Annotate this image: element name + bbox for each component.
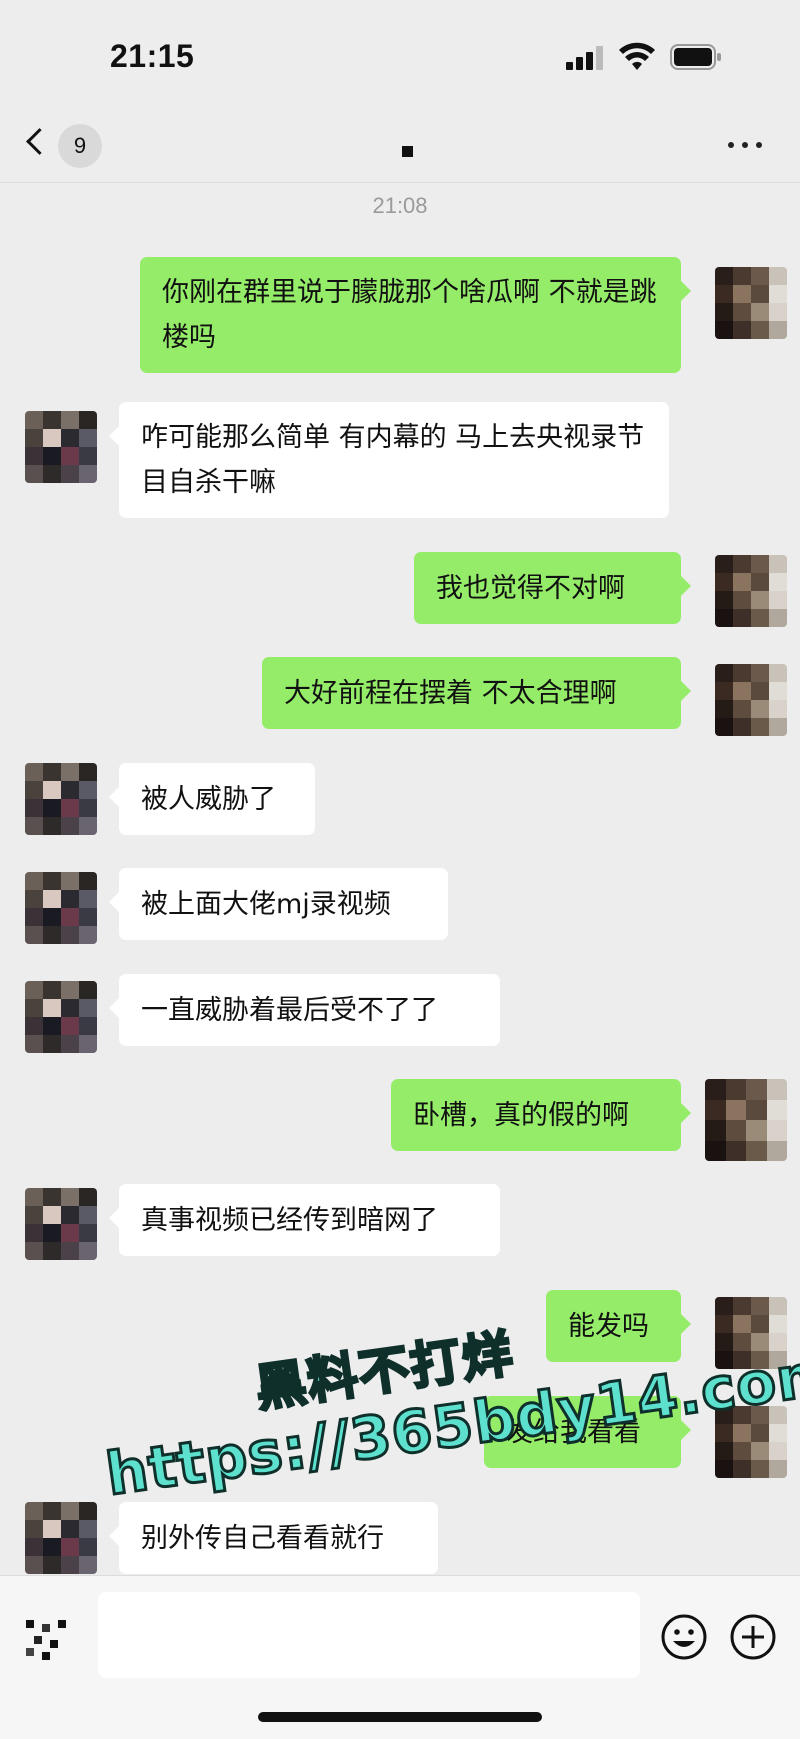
contact-avatar[interactable] — [25, 411, 97, 483]
back-button[interactable]: 9 — [22, 124, 108, 168]
contact-avatar[interactable] — [25, 1188, 97, 1260]
message-bubble-sent[interactable]: 我也觉得不对啊 — [414, 552, 691, 624]
message-bubble-received[interactable]: 被人威胁了 — [109, 763, 315, 835]
status-time: 21:15 — [110, 38, 195, 74]
message-bubble-sent[interactable]: 能发吗 — [546, 1290, 691, 1362]
my-avatar[interactable] — [715, 267, 787, 339]
emoji-icon[interactable] — [659, 1612, 709, 1662]
chevron-left-icon — [26, 128, 53, 155]
chat-header: 9 — [0, 110, 800, 183]
contact-avatar[interactable] — [25, 1502, 97, 1574]
message-bubble-received[interactable]: 咋可能那么简单 有内幕的 马上去央视录节目自杀干嘛 — [109, 402, 669, 518]
message-input[interactable] — [98, 1592, 640, 1678]
home-indicator[interactable] — [258, 1712, 542, 1722]
my-avatar[interactable] — [715, 1297, 787, 1369]
wifi-icon — [619, 42, 655, 70]
watermark-title: 黑料不打烊 — [251, 1323, 520, 1420]
contact-avatar[interactable] — [25, 981, 97, 1053]
status-bar: 21:15 — [0, 0, 800, 110]
my-avatar[interactable] — [715, 555, 787, 627]
message-bubble-received[interactable]: 别外传自己看看就行 — [109, 1502, 438, 1574]
contact-avatar[interactable] — [25, 872, 97, 944]
battery-icon — [670, 44, 721, 70]
message-bubble-sent[interactable]: 大好前程在摆着 不太合理啊 — [262, 657, 691, 729]
message-bubble-sent[interactable]: 卧槽，真的假的啊 — [391, 1079, 691, 1151]
my-avatar[interactable] — [715, 664, 787, 736]
watermark-url: https://365bdy14.com — [101, 1337, 800, 1510]
my-avatar[interactable] — [715, 1406, 787, 1478]
message-bubble-received[interactable]: 一直威胁着最后受不了了 — [109, 974, 500, 1046]
my-avatar[interactable] — [705, 1079, 787, 1161]
message-bubble-received[interactable]: 真事视频已经传到暗网了 — [109, 1184, 500, 1256]
message-bubble-received[interactable]: 被上面大佬mj录视频 — [109, 868, 448, 940]
message-bubble-sent[interactable]: 发给我看看 — [484, 1396, 691, 1468]
plus-icon[interactable] — [728, 1612, 778, 1662]
message-bubble-sent[interactable]: 你刚在群里说于朦胧那个啥瓜啊 不就是跳楼吗 — [140, 257, 691, 373]
unread-count-badge: 9 — [58, 124, 102, 168]
chat-title — [402, 146, 413, 157]
contact-avatar[interactable] — [25, 763, 97, 835]
more-options-button[interactable] — [728, 138, 768, 154]
message-timestamp: 21:08 — [372, 193, 428, 218]
cellular-signal-icon — [566, 46, 606, 70]
voice-input-icon[interactable] — [22, 1612, 74, 1664]
